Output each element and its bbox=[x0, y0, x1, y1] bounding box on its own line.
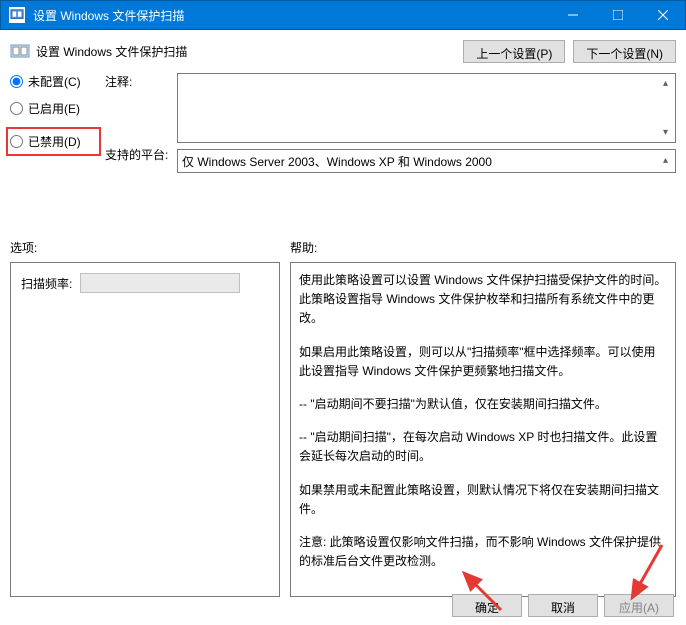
minimize-button[interactable] bbox=[550, 1, 595, 30]
comment-field[interactable]: ▴ ▾ bbox=[177, 73, 676, 143]
platform-label: 支持的平台: bbox=[105, 146, 177, 163]
radio-unconfigured-input[interactable] bbox=[10, 75, 23, 88]
apply-button[interactable]: 应用(A) bbox=[604, 594, 674, 617]
radio-disabled[interactable]: 已禁用(D) bbox=[6, 127, 101, 156]
radio-enabled[interactable]: 已启用(E) bbox=[10, 100, 105, 117]
titlebar: 设置 Windows 文件保护扫描 bbox=[0, 0, 686, 30]
platform-value: 仅 Windows Server 2003、Windows XP 和 Windo… bbox=[182, 155, 492, 169]
radio-unconfigured[interactable]: 未配置(C) bbox=[10, 73, 105, 90]
help-text: 如果禁用或未配置此策略设置，则默认情况下将仅在安装期间扫描文件。 bbox=[299, 481, 667, 519]
help-text: -- "启动期间不要扫描"为默认值，仅在安装期间扫描文件。 bbox=[299, 395, 667, 414]
scan-frequency-label: 扫描频率: bbox=[21, 275, 72, 292]
ok-button[interactable]: 确定 bbox=[452, 594, 522, 617]
maximize-button[interactable] bbox=[595, 1, 640, 30]
page-title: 设置 Windows 文件保护扫描 bbox=[36, 43, 463, 60]
dialog-footer: 确定 取消 应用(A) bbox=[452, 594, 674, 617]
header: 设置 Windows 文件保护扫描 上一个设置(P) 下一个设置(N) bbox=[10, 40, 676, 63]
settings-icon bbox=[10, 42, 30, 62]
help-text: 如果启用此策略设置，则可以从"扫描频率"框中选择频率。可以使用此设置指导 Win… bbox=[299, 343, 667, 381]
help-text: 使用此策略设置可以设置 Windows 文件保护扫描受保护文件的时间。此策略设置… bbox=[299, 271, 667, 329]
radio-disabled-input[interactable] bbox=[10, 135, 23, 148]
scan-frequency-dropdown[interactable] bbox=[80, 273, 240, 293]
next-setting-button[interactable]: 下一个设置(N) bbox=[573, 40, 676, 63]
help-panel[interactable]: 使用此策略设置可以设置 Windows 文件保护扫描受保护文件的时间。此策略设置… bbox=[290, 262, 676, 597]
help-text: 注意: 此策略设置仅影响文件扫描，而不影响 Windows 文件保护提供的标准后… bbox=[299, 533, 667, 571]
options-section-label: 选项: bbox=[10, 239, 290, 256]
cancel-button[interactable]: 取消 bbox=[528, 594, 598, 617]
help-text: -- "启动期间扫描"，在每次启动 Windows XP 时也扫描文件。此设置会… bbox=[299, 428, 667, 466]
comment-label: 注释: bbox=[105, 73, 177, 90]
app-icon bbox=[9, 7, 25, 23]
radio-enabled-input[interactable] bbox=[10, 102, 23, 115]
prev-setting-button[interactable]: 上一个设置(P) bbox=[463, 40, 565, 63]
radio-disabled-label: 已禁用(D) bbox=[28, 133, 81, 150]
scroll-up-icon[interactable]: ▴ bbox=[658, 76, 673, 91]
scroll-up-icon[interactable]: ▴ bbox=[658, 153, 673, 168]
platform-field: 仅 Windows Server 2003、Windows XP 和 Windo… bbox=[177, 149, 676, 173]
help-section-label: 帮助: bbox=[290, 239, 317, 256]
window-controls bbox=[550, 1, 685, 30]
options-panel: 扫描频率: bbox=[10, 262, 280, 597]
radio-enabled-label: 已启用(E) bbox=[28, 100, 80, 117]
titlebar-title: 设置 Windows 文件保护扫描 bbox=[33, 7, 550, 24]
close-button[interactable] bbox=[640, 1, 685, 30]
scroll-down-icon[interactable]: ▾ bbox=[658, 125, 673, 140]
radio-unconfigured-label: 未配置(C) bbox=[28, 73, 81, 90]
